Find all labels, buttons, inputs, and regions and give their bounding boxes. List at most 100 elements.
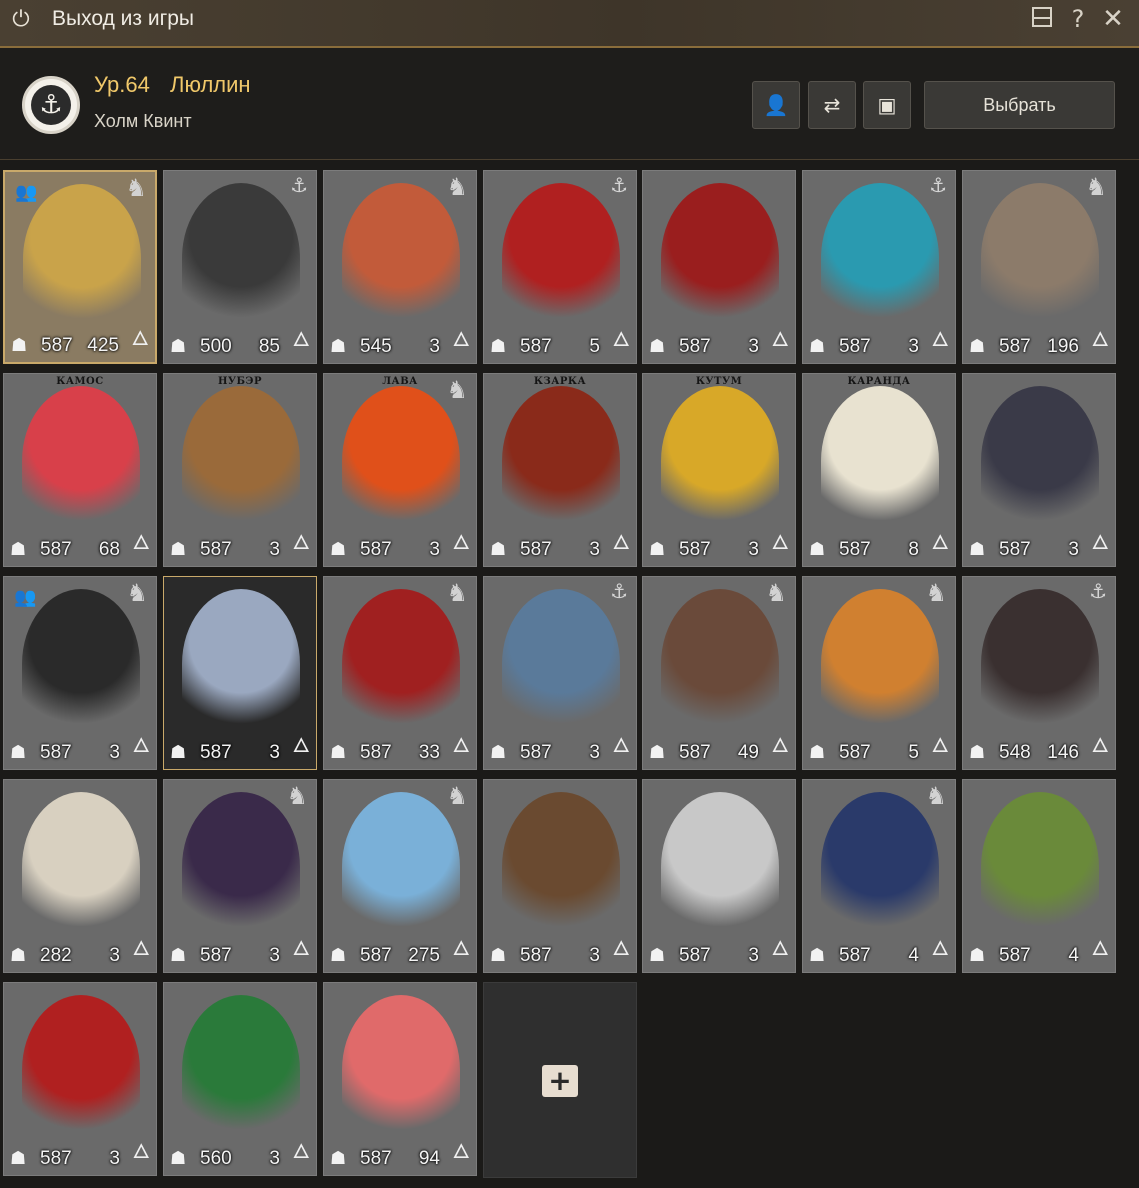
character-card[interactable]: ☗ 587 3 🜂 — [3, 982, 157, 1176]
card-caption: КЗАРКА — [533, 376, 587, 387]
character-card[interactable]: ⚓ ☗ 587 5 🜂 — [483, 170, 637, 364]
anchor-icon: ⚓ — [610, 579, 628, 603]
energy-icon: ☗ — [809, 742, 826, 763]
character-card[interactable]: ♞ ☗ 587 275 🜂 — [323, 779, 477, 973]
character-portrait — [342, 589, 460, 739]
select-button[interactable]: Выбрать — [924, 81, 1115, 129]
flame-icon: 🜂 — [452, 1139, 470, 1163]
character-card[interactable]: ЛАВА ♞ ☗ 587 3 🜂 — [323, 373, 477, 567]
character-card[interactable]: ☗ 587 3 🜂 — [962, 373, 1116, 567]
character-card[interactable]: ♞ ☗ 587 196 🜂 — [962, 170, 1116, 364]
character-card[interactable]: ⚓ ☗ 500 85 🜂 — [163, 170, 317, 364]
energy-icon: ☗ — [649, 742, 666, 763]
minimize-button[interactable] — [1028, 5, 1056, 33]
character-card[interactable]: КУТУМ ☗ 587 3 🜂 — [642, 373, 796, 567]
energy-value: 587 — [679, 742, 711, 763]
character-portrait — [821, 183, 939, 333]
energy-value: 587 — [839, 742, 871, 763]
energy-value: 282 — [40, 945, 72, 966]
character-card[interactable]: КАМОС ☗ 587 68 🜂 — [3, 373, 157, 567]
contribution-value: 3 — [1068, 539, 1079, 560]
energy-value: 587 — [999, 539, 1031, 560]
energy-icon: ☗ — [10, 945, 27, 966]
flame-icon: 🜂 — [1091, 936, 1109, 960]
contribution-value: 3 — [269, 742, 280, 763]
energy-value: 500 — [200, 336, 232, 357]
character-portrait — [23, 184, 141, 334]
character-card[interactable]: КЗАРКА ☗ 587 3 🜂 — [483, 373, 637, 567]
energy-value: 587 — [360, 539, 392, 560]
contribution-value: 5 — [908, 742, 919, 763]
energy-icon: ☗ — [809, 336, 826, 357]
flame-icon: 🜂 — [132, 1139, 150, 1163]
card-caption: КАРАНДА — [847, 376, 911, 387]
character-card[interactable]: ☗ 587 3 🜂 — [642, 779, 796, 973]
character-card[interactable]: ♞ 👥 ☗ 587 425 🜂 — [3, 170, 157, 364]
flame-icon: 🜂 — [612, 327, 630, 351]
contribution-value: 85 — [258, 336, 280, 357]
energy-value: 587 — [839, 336, 871, 357]
character-card[interactable]: ☗ 587 3 🜂 — [163, 576, 317, 770]
change-character-button[interactable]: 👤 — [752, 81, 800, 129]
swap-character-button[interactable]: ⇄ — [808, 81, 856, 129]
help-button[interactable]: ? — [1064, 5, 1092, 33]
close-button[interactable]: ✕ — [1099, 5, 1127, 33]
horse-icon: ♞ — [446, 173, 468, 201]
energy-value: 587 — [41, 335, 73, 356]
flame-icon: 🜂 — [612, 530, 630, 554]
energy-value: 587 — [679, 945, 711, 966]
character-portrait — [22, 589, 140, 739]
energy-value: 548 — [999, 742, 1031, 763]
character-card[interactable]: ☗ 587 3 🜂 — [483, 779, 637, 973]
flame-icon: 🜂 — [771, 327, 789, 351]
character-card[interactable]: ⚓ ☗ 548 146 🜂 — [962, 576, 1116, 770]
tray-button[interactable]: ▣ — [863, 81, 911, 129]
flame-icon: 🜂 — [292, 733, 310, 757]
contribution-value: 3 — [589, 945, 600, 966]
character-portrait — [342, 792, 460, 942]
energy-icon: ☗ — [330, 539, 347, 560]
energy-value: 560 — [200, 1148, 232, 1169]
horse-icon: ♞ — [446, 782, 468, 810]
contribution-value: 4 — [908, 945, 919, 966]
character-card[interactable]: ♞ ☗ 587 3 🜂 — [163, 779, 317, 973]
contribution-value: 49 — [737, 742, 759, 763]
energy-value: 587 — [40, 742, 72, 763]
anchor-icon: ⚓ — [290, 173, 308, 197]
energy-value: 587 — [520, 742, 552, 763]
character-card[interactable]: ⚓ ☗ 587 3 🜂 — [483, 576, 637, 770]
card-caption: КУТУМ — [695, 376, 743, 387]
character-card[interactable]: ♞ ☗ 545 3 🜂 — [323, 170, 477, 364]
character-name: Люллин — [170, 72, 251, 97]
horse-icon: ♞ — [925, 579, 947, 607]
contribution-value: 3 — [109, 945, 120, 966]
character-grid: ♞ 👥 ☗ 587 425 🜂 ⚓ ☗ 500 85 🜂 ♞ ☗ 545 3 🜂 ⚓ ☗ 587 5 🜂 ☗ 587 3 🜂 ⚓ ☗… — [0, 160, 1139, 1188]
character-card[interactable]: ♞ ☗ 587 49 🜂 — [642, 576, 796, 770]
character-portrait — [981, 183, 1099, 333]
add-character-button[interactable]: + — [542, 1065, 578, 1097]
character-portrait — [981, 386, 1099, 536]
horse-icon: ♞ — [125, 174, 147, 202]
character-card[interactable]: ☗ 560 3 🜂 — [163, 982, 317, 1176]
character-card[interactable]: ☗ 587 4 🜂 — [962, 779, 1116, 973]
character-portrait — [661, 589, 779, 739]
energy-icon: ☗ — [330, 945, 347, 966]
character-portrait — [981, 589, 1099, 739]
character-card[interactable]: ♞ ☗ 587 5 🜂 — [802, 576, 956, 770]
character-card[interactable]: ☗ 587 94 🜂 — [323, 982, 477, 1176]
character-card[interactable]: ☗ 282 3 🜂 — [3, 779, 157, 973]
character-card[interactable]: ♞ ☗ 587 4 🜂 — [802, 779, 956, 973]
character-card[interactable]: ☗ 587 3 🜂 — [642, 170, 796, 364]
character-portrait — [22, 995, 140, 1145]
character-card[interactable]: КАРАНДА ☗ 587 8 🜂 — [802, 373, 956, 567]
character-card[interactable]: ♞ ☗ 587 33 🜂 — [323, 576, 477, 770]
flame-icon: 🜂 — [292, 530, 310, 554]
character-card[interactable]: ⚓ ☗ 587 3 🜂 — [802, 170, 956, 364]
character-card[interactable]: НУБЭР ☗ 587 3 🜂 — [163, 373, 317, 567]
add-character-slot[interactable]: + — [483, 982, 637, 1178]
flame-icon: 🜂 — [931, 733, 949, 757]
flame-icon: 🜂 — [612, 936, 630, 960]
energy-value: 587 — [360, 1148, 392, 1169]
character-card[interactable]: ♞ 👥 ☗ 587 3 🜂 — [3, 576, 157, 770]
flame-icon: 🜂 — [931, 530, 949, 554]
